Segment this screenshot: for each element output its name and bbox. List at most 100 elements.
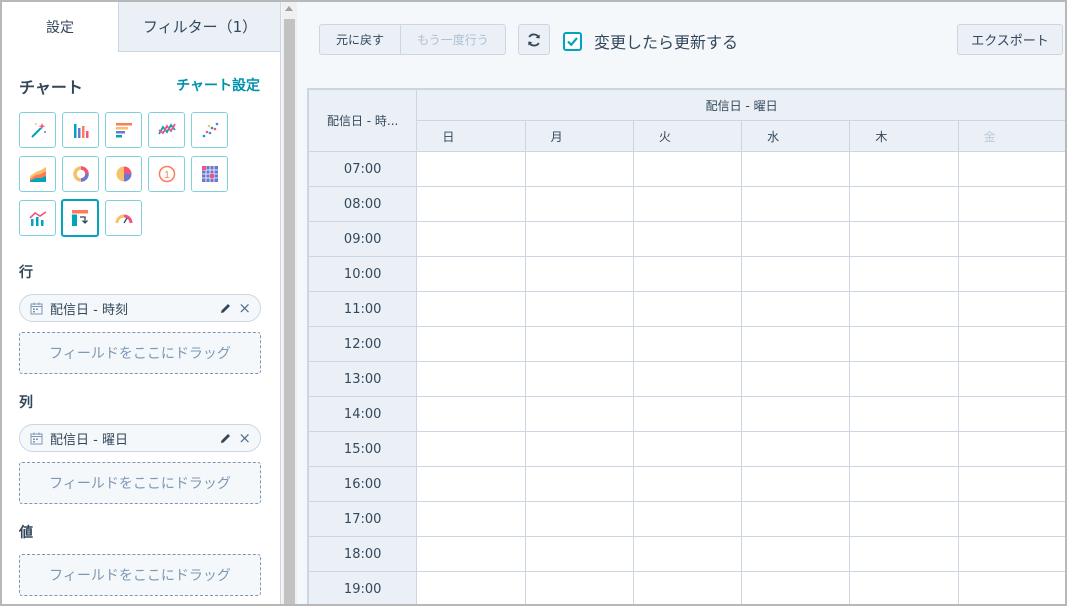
column-header-day[interactable]: 金 xyxy=(957,120,1065,152)
table-cell xyxy=(416,396,526,432)
export-button[interactable]: エクスポート xyxy=(957,24,1063,55)
table-cell xyxy=(632,291,743,327)
table-cell xyxy=(849,186,959,222)
table-cell xyxy=(524,536,634,572)
table-cell xyxy=(632,536,743,572)
columns-field-pill[interactable]: 配信日 - 曜日 × xyxy=(19,424,261,452)
table-cell xyxy=(416,431,526,467)
tab-filters[interactable]: フィルター（1） xyxy=(119,2,280,52)
close-icon[interactable]: × xyxy=(238,300,251,316)
auto-update-checkbox[interactable] xyxy=(563,31,582,51)
scatter-chart-icon xyxy=(202,122,218,138)
table-row: 14:00 xyxy=(308,396,1065,432)
settings-panel: 設定 フィルター（1） チャート チャート設定 1 行 配信日 - 時刻 × フ… xyxy=(2,2,281,604)
table-cell xyxy=(632,256,743,292)
table-cell xyxy=(849,396,959,432)
table-cell xyxy=(849,291,959,327)
table-cell xyxy=(957,466,1065,502)
table-cell xyxy=(524,186,634,222)
undo-button[interactable]: 元に戻す xyxy=(319,24,401,55)
chart-type-donut-button[interactable] xyxy=(62,156,99,192)
table-cell xyxy=(632,466,743,502)
table-cell xyxy=(849,466,959,502)
table-cell xyxy=(741,361,851,397)
table-cell xyxy=(741,221,851,257)
chart-type-gauge-button[interactable] xyxy=(105,200,142,236)
row-header-time: 15:00 xyxy=(308,431,418,467)
chart-type-column-button[interactable] xyxy=(62,112,99,148)
table-cell xyxy=(957,291,1065,327)
table-cell xyxy=(416,151,526,187)
table-cell xyxy=(632,151,743,187)
table-row: 19:00 xyxy=(308,571,1065,604)
column-chart-icon xyxy=(73,124,88,138)
chart-type-bar-button[interactable] xyxy=(105,112,142,148)
chart-type-magic-button[interactable] xyxy=(19,112,56,148)
chart-type-line-button[interactable] xyxy=(148,112,185,148)
column-header-day[interactable]: 火 xyxy=(632,120,743,152)
table-cell xyxy=(524,151,634,187)
table-row: 09:00 xyxy=(308,221,1065,257)
table-cell xyxy=(957,186,1065,222)
table-cell xyxy=(416,501,526,537)
chart-type-area-button[interactable] xyxy=(19,156,56,192)
table-cell xyxy=(741,326,851,362)
row-header-cell[interactable]: 配信日 - 時... xyxy=(308,89,418,152)
chart-settings-link[interactable]: チャート設定 xyxy=(176,75,260,95)
table-cell xyxy=(849,431,959,467)
auto-update-toggle[interactable]: 変更したら更新する xyxy=(563,29,738,53)
row-header-time: 09:00 xyxy=(308,221,418,257)
column-header-day[interactable]: 日 xyxy=(416,120,526,152)
checkmark-icon xyxy=(567,36,578,46)
row-header-time: 12:00 xyxy=(308,326,418,362)
table-cell xyxy=(849,256,959,292)
table-cell xyxy=(849,501,959,537)
panel-scrollbar[interactable] xyxy=(282,2,297,604)
column-header-day[interactable]: 木 xyxy=(849,120,959,152)
table-cell xyxy=(741,291,851,327)
values-dropzone[interactable]: フィールドをここにドラッグ xyxy=(19,554,261,596)
table-cell xyxy=(957,326,1065,362)
pencil-icon[interactable] xyxy=(219,302,232,315)
column-header-day[interactable]: 月 xyxy=(524,120,634,152)
table-row: 15:00 xyxy=(308,431,1065,467)
table-cell xyxy=(524,466,634,502)
scrollbar-thumb[interactable] xyxy=(284,19,295,604)
chart-type-pivot-table-button[interactable] xyxy=(61,199,99,237)
app-frame: 設定 フィルター（1） チャート チャート設定 1 行 配信日 - 時刻 × フ… xyxy=(0,0,1067,606)
column-header-day[interactable]: 水 xyxy=(741,120,851,152)
chart-type-pie-button[interactable] xyxy=(105,156,142,192)
chart-type-scatter-button[interactable] xyxy=(191,112,228,148)
table-cell xyxy=(741,466,851,502)
rows-field-pill[interactable]: 配信日 - 時刻 × xyxy=(19,294,261,322)
scroll-up-arrow-icon[interactable] xyxy=(285,6,293,11)
table-cell xyxy=(524,326,634,362)
rows-field-name: 配信日 - 時刻 xyxy=(50,302,128,318)
table-cell xyxy=(957,151,1065,187)
table-cell xyxy=(632,361,743,397)
gauge-icon xyxy=(115,214,132,224)
columns-dropzone[interactable]: フィールドをここにドラッグ xyxy=(19,462,261,504)
refresh-icon xyxy=(528,33,540,46)
svg-text:1: 1 xyxy=(164,170,170,181)
table-row: 08:00 xyxy=(308,186,1065,222)
column-group-header[interactable]: 配信日 - 曜日 xyxy=(416,89,1065,121)
table-cell xyxy=(741,256,851,292)
report-toolbar: 元に戻す もう一度行う 変更したら更新する エクスポート xyxy=(298,2,1065,82)
redo-button[interactable]: もう一度行う xyxy=(400,24,506,55)
row-header-time: 17:00 xyxy=(308,501,418,537)
refresh-button[interactable] xyxy=(518,24,550,55)
pencil-icon[interactable] xyxy=(219,432,232,445)
tab-settings[interactable]: 設定 xyxy=(2,2,119,52)
pivot-table: 配信日 - 時... 配信日 - 曜日 日月火水木金 07:00 08:00 09:… xyxy=(307,88,1065,604)
chart-type-combo-button[interactable] xyxy=(19,200,56,236)
chart-type-heatmap-button[interactable] xyxy=(191,156,228,192)
table-cell xyxy=(849,361,959,397)
close-icon[interactable]: × xyxy=(238,430,251,446)
calendar-icon xyxy=(30,302,43,314)
chart-type-kpi-button[interactable]: 1 xyxy=(148,156,185,192)
rows-dropzone[interactable]: フィールドをここにドラッグ xyxy=(19,332,261,374)
table-cell xyxy=(524,501,634,537)
row-header-time: 08:00 xyxy=(308,186,418,222)
chart-section-title: チャート xyxy=(19,78,83,97)
